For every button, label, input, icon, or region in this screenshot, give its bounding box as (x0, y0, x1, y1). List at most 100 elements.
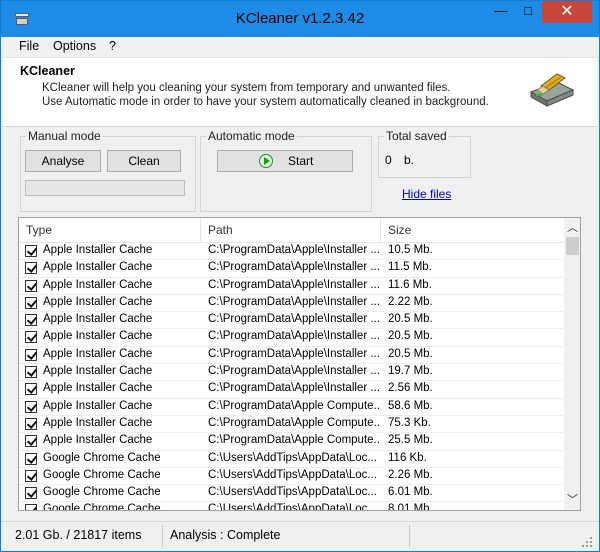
menu-file[interactable]: File (19, 39, 39, 53)
column-type[interactable]: Type (19, 218, 201, 243)
row-checkbox[interactable] (25, 504, 37, 510)
row-path: C:\Users\AddTips\AppData\Loc... (208, 468, 377, 481)
row-path: C:\ProgramData\Apple\Installer ... (208, 295, 380, 308)
row-size: 2.26 Mb. (388, 468, 433, 481)
table-row[interactable]: Apple Installer Cache C:\ProgramData\Appl… (19, 243, 564, 261)
row-path: C:\ProgramData\Apple\Installer ... (208, 244, 380, 256)
row-checkbox[interactable] (25, 452, 37, 465)
automatic-mode-group: Automatic mode Start (200, 129, 372, 212)
total-saved-group: Total saved 0 b. (378, 129, 471, 178)
row-path: C:\ProgramData\Apple\Installer ... (208, 261, 380, 274)
table-row[interactable]: Apple Installer Cache C:\ProgramData\Appl… (19, 347, 564, 365)
header-description-1: KCleaner will help you cleaning your sys… (42, 82, 451, 94)
row-path: C:\ProgramData\Apple\Installer ... (208, 347, 380, 360)
maximize-button[interactable]: □ (515, 1, 541, 23)
row-path: C:\ProgramData\Apple Compute... (208, 416, 380, 429)
row-size: 2.56 Mb. (388, 382, 433, 395)
analysis-progress-bar (25, 180, 185, 196)
row-checkbox[interactable] (25, 296, 37, 309)
row-size: 2.22 Mb. (388, 295, 433, 308)
row-type: Google Chrome Cache (43, 468, 161, 481)
row-type: Google Chrome Cache (43, 503, 161, 511)
row-path: C:\ProgramData\Apple Compute... (208, 434, 380, 447)
row-size: 11.5 Mb. (388, 261, 432, 274)
header-description-2: Use Automatic mode in order to have your… (42, 96, 489, 108)
column-path[interactable]: Path (201, 218, 381, 243)
clean-button[interactable]: Clean (107, 150, 181, 172)
table-row[interactable]: Google Chrome Cache C:\Users\AddTips\AppD… (19, 468, 564, 486)
row-checkbox[interactable] (25, 331, 37, 344)
table-row[interactable]: Apple Installer Cache C:\ProgramData\Appl… (19, 433, 564, 451)
table-row[interactable]: Google Chrome Cache C:\Users\AddTips\AppD… (19, 485, 564, 503)
table-row[interactable]: Apple Installer Cache C:\ProgramData\Appl… (19, 399, 564, 416)
row-checkbox[interactable] (25, 469, 37, 482)
row-type: Apple Installer Cache (43, 365, 153, 378)
table-row[interactable]: Apple Installer Cache C:\ProgramData\Appl… (19, 312, 564, 330)
menu-help[interactable]: ? (109, 39, 116, 53)
menu-options[interactable]: Options (53, 39, 96, 53)
resize-grip-icon[interactable] (581, 536, 593, 548)
header-title: KCleaner (20, 64, 75, 78)
analyse-button[interactable]: Analyse (25, 150, 101, 172)
row-type: Apple Installer Cache (43, 278, 153, 291)
row-path: C:\ProgramData\Apple\Installer ... (208, 313, 380, 326)
row-type: Apple Installer Cache (43, 261, 153, 274)
row-checkbox[interactable] (25, 400, 37, 413)
list-rows: Apple Installer Cache C:\ProgramData\Appl… (19, 243, 564, 511)
app-window: KCleaner v1.2.3.42 — □ ✕ File Options ? … (0, 0, 600, 552)
list-header: Type Path Size (19, 218, 564, 243)
row-size: 11.6 Mb. (388, 278, 432, 291)
row-path: C:\Users\AddTips\AppData\Loc... (208, 486, 377, 499)
scroll-up-icon[interactable]: ︿ (564, 220, 580, 236)
drive-cleaner-logo-icon (529, 73, 575, 107)
row-type: Apple Installer Cache (43, 382, 153, 395)
row-path: C:\Users\AddTips\AppData\Loc... (208, 503, 377, 511)
table-row[interactable]: Apple Installer Cache C:\ProgramData\Appl… (19, 278, 564, 295)
menu-bar: File Options ? (1, 37, 599, 57)
row-checkbox[interactable] (25, 487, 37, 500)
column-size[interactable]: Size (381, 218, 564, 243)
close-button[interactable]: ✕ (542, 1, 592, 23)
row-path: C:\ProgramData\Apple\Installer ... (208, 365, 380, 378)
table-row[interactable]: Apple Installer Cache C:\ProgramData\Appl… (19, 381, 564, 399)
hide-files-link[interactable]: Hide files (402, 187, 451, 201)
row-checkbox[interactable] (25, 279, 37, 292)
scroll-down-icon[interactable]: ﹀ (564, 492, 580, 508)
play-icon (259, 154, 273, 168)
row-checkbox[interactable] (25, 262, 37, 275)
scroll-thumb[interactable] (566, 237, 579, 255)
row-checkbox[interactable] (25, 435, 37, 448)
row-checkbox[interactable] (25, 383, 37, 396)
row-size: 58.6 Mb. (388, 399, 433, 412)
table-row[interactable]: Apple Installer Cache C:\ProgramData\Appl… (19, 295, 564, 313)
minimize-button[interactable]: — (488, 1, 514, 23)
table-row[interactable]: Apple Installer Cache C:\ProgramData\Appl… (19, 416, 564, 434)
row-path: C:\ProgramData\Apple\Installer ... (208, 330, 380, 343)
row-size: 8.01 Mb. (388, 503, 433, 511)
row-size: 19.7 Mb. (388, 365, 433, 378)
table-row[interactable]: Apple Installer Cache C:\ProgramData\Appl… (19, 329, 564, 347)
table-row[interactable]: Apple Installer Cache C:\ProgramData\Appl… (19, 364, 564, 382)
row-checkbox[interactable] (25, 245, 37, 257)
start-button[interactable]: Start (217, 150, 353, 172)
row-path: C:\ProgramData\Apple Compute... (208, 399, 380, 412)
row-type: Apple Installer Cache (43, 244, 153, 256)
table-row[interactable]: Google Chrome Cache C:\Users\AddTips\AppD… (19, 451, 564, 468)
status-items-count: 2.01 Gb. / 21817 items (15, 528, 142, 542)
status-divider (162, 525, 163, 547)
manual-mode-group: Manual mode Analyse Clean (20, 129, 196, 212)
row-checkbox[interactable] (25, 417, 37, 430)
vertical-scrollbar[interactable]: ︿ ﹀ (564, 218, 580, 510)
row-path: C:\Users\AddTips\AppData\Loc... (208, 451, 377, 464)
row-type: Apple Installer Cache (43, 399, 153, 412)
title-bar[interactable]: KCleaner v1.2.3.42 — □ ✕ (1, 1, 599, 37)
files-list[interactable]: Type Path Size Apple Installer Cache C:\P… (18, 217, 581, 511)
row-checkbox[interactable] (25, 348, 37, 361)
row-checkbox[interactable] (25, 366, 37, 379)
row-type: Apple Installer Cache (43, 313, 153, 326)
table-row[interactable]: Google Chrome Cache C:\Users\AddTips\AppD… (19, 502, 564, 511)
row-checkbox[interactable] (25, 314, 37, 327)
row-size: 116 Kb. (388, 451, 427, 464)
total-saved-unit: b. (404, 153, 415, 167)
table-row[interactable]: Apple Installer Cache C:\ProgramData\Appl… (19, 260, 564, 278)
